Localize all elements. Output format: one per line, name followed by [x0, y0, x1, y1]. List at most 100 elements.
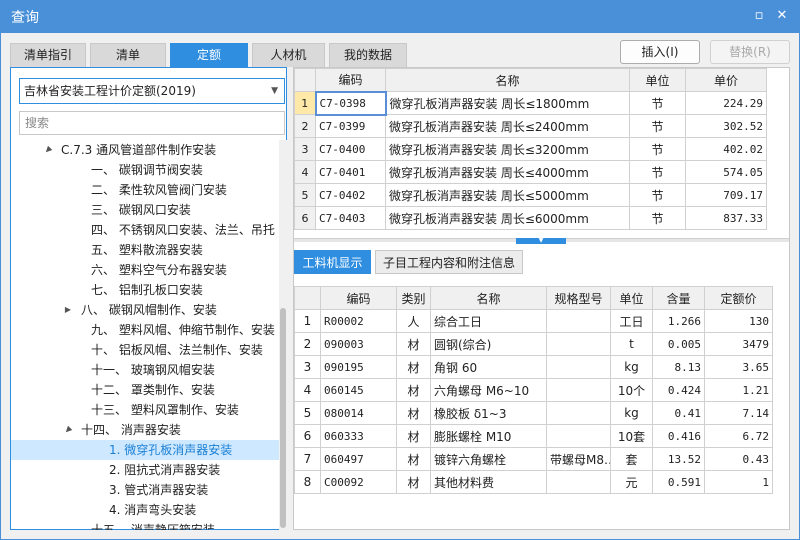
quota-unit-cell[interactable]: 节	[629, 114, 686, 138]
quota-name-cell[interactable]: 微穿孔板消声器安装 周长≤6000mm	[385, 206, 630, 230]
tree-node[interactable]: ▶ 八、 碳钢风帽制作、安装	[11, 300, 279, 320]
tree-node[interactable]: 九、 塑料风帽、伸缩节制作、安装	[11, 320, 279, 340]
tree-node[interactable]: 七、 铝制孔板口安装	[11, 280, 279, 300]
tab-bill[interactable]: 清单	[90, 43, 166, 67]
material-price-cell[interactable]: 1.21	[704, 378, 773, 402]
quota-name-cell[interactable]: 微穿孔板消声器安装 周长≤1800mm	[385, 91, 630, 115]
quota-name-cell[interactable]: 微穿孔板消声器安装 周长≤5000mm	[385, 183, 630, 207]
material-price-cell[interactable]: 3.65	[704, 355, 773, 379]
quota-name-cell[interactable]: 微穿孔板消声器安装 周长≤2400mm	[385, 114, 630, 138]
quota-name-cell[interactable]: 微穿孔板消声器安装 周长≤3200mm	[385, 137, 630, 161]
quota-row[interactable]: 4 C7-0401 微穿孔板消声器安装 周长≤4000mm 节 574.05	[294, 160, 767, 184]
collapse-handle-icon[interactable]: ▼	[516, 238, 566, 244]
material-category-cell[interactable]: 材	[396, 470, 431, 494]
tree-node[interactable]: 十、 铝板风帽、法兰制作、安装	[11, 340, 279, 360]
collapse-arrow-icon[interactable]: ▲	[57, 419, 78, 440]
tab-my-data[interactable]: 我的数据	[329, 43, 407, 67]
material-quantity-cell[interactable]: 0.591	[652, 470, 705, 494]
col-header-price[interactable]: 单价	[685, 68, 767, 92]
material-spec-cell[interactable]	[546, 401, 611, 425]
collapse-arrow-icon[interactable]: ▲	[37, 140, 58, 161]
library-select[interactable]: 吉林省安装工程计价定额(2019) ▼	[19, 78, 285, 104]
col-header-name[interactable]: 名称	[430, 286, 547, 310]
tab-labor-material[interactable]: 人材机	[252, 43, 325, 67]
material-unit-cell[interactable]: kg	[610, 401, 653, 425]
material-row[interactable]: 8 C00092 材其他材料费 元 0.591 1	[294, 470, 773, 494]
material-category-cell[interactable]: 材	[396, 401, 431, 425]
col-header-quantity[interactable]: 含量	[652, 286, 705, 310]
tree-node-selected[interactable]: 1. 微穿孔板消声器安装	[11, 440, 279, 460]
quota-code-cell[interactable]: C7-0401	[315, 160, 386, 184]
tab-quota[interactable]: 定额	[170, 43, 248, 67]
material-unit-cell[interactable]: 10个	[610, 378, 653, 402]
material-code-cell[interactable]: 060145	[320, 378, 397, 402]
material-category-cell[interactable]: 材	[396, 355, 431, 379]
material-category-cell[interactable]: 材	[396, 447, 431, 471]
material-name-cell[interactable]: 圆钢(综合)	[430, 332, 547, 356]
minimize-icon[interactable]: ▫	[751, 8, 767, 24]
quota-price-cell[interactable]: 224.29	[685, 91, 767, 115]
quota-row[interactable]: 3 C7-0400 微穿孔板消声器安装 周长≤3200mm 节 402.02	[294, 137, 767, 161]
quota-code-cell[interactable]: C7-0399	[315, 114, 386, 138]
col-header-code[interactable]: 编码	[315, 68, 386, 92]
material-unit-cell[interactable]: 工日	[610, 309, 653, 333]
material-row[interactable]: 1 R00002 人综合工日 工日 1.266 130	[294, 309, 773, 333]
material-unit-cell[interactable]: 套	[610, 447, 653, 471]
material-quantity-cell[interactable]: 1.266	[652, 309, 705, 333]
material-row[interactable]: 4 060145 材六角螺母 M6~10 10个 0.424 1.21	[294, 378, 773, 402]
material-price-cell[interactable]: 7.14	[704, 401, 773, 425]
col-header-unit[interactable]: 单位	[610, 286, 653, 310]
tree-node[interactable]: 五、 塑料散流器安装	[11, 240, 279, 260]
quota-price-cell[interactable]: 302.52	[685, 114, 767, 138]
col-header-quota-price[interactable]: 定额价	[704, 286, 773, 310]
quota-unit-cell[interactable]: 节	[629, 137, 686, 161]
quota-price-cell[interactable]: 837.33	[685, 206, 767, 230]
material-category-cell[interactable]: 材	[396, 378, 431, 402]
quota-unit-cell[interactable]: 节	[629, 206, 686, 230]
tab-material-display[interactable]: 工料机显示	[294, 250, 371, 274]
material-quantity-cell[interactable]: 8.13	[652, 355, 705, 379]
tree-scrollbar[interactable]	[279, 140, 287, 530]
material-quantity-cell[interactable]: 13.52	[652, 447, 705, 471]
material-quantity-cell[interactable]: 0.416	[652, 424, 705, 448]
material-category-cell[interactable]: 材	[396, 424, 431, 448]
quota-code-cell[interactable]: C7-0402	[315, 183, 386, 207]
material-name-cell[interactable]: 镀锌六角螺栓	[430, 447, 547, 471]
tree-node[interactable]: 三、 碳钢风口安装	[11, 200, 279, 220]
material-name-cell[interactable]: 综合工日	[430, 309, 547, 333]
tab-work-content[interactable]: 子目工程内容和附注信息	[375, 250, 523, 274]
quota-name-cell[interactable]: 微穿孔板消声器安装 周长≤4000mm	[385, 160, 630, 184]
col-header-code[interactable]: 编码	[320, 286, 397, 310]
quota-code-cell[interactable]: C7-0398	[314, 90, 387, 116]
material-quantity-cell[interactable]: 0.41	[652, 401, 705, 425]
col-header-unit[interactable]: 单位	[629, 68, 686, 92]
material-price-cell[interactable]: 0.43	[704, 447, 773, 471]
tree-node[interactable]: 4. 消声弯头安装	[11, 500, 279, 520]
material-spec-cell[interactable]	[546, 355, 611, 379]
material-code-cell[interactable]: 080014	[320, 401, 397, 425]
material-price-cell[interactable]: 6.72	[704, 424, 773, 448]
tree-node[interactable]: 十五、 消声静压箱安装	[11, 520, 279, 530]
material-spec-cell[interactable]	[546, 332, 611, 356]
quota-price-cell[interactable]: 709.17	[685, 183, 767, 207]
tab-bill-guide[interactable]: 清单指引	[10, 43, 86, 67]
material-unit-cell[interactable]: 10套	[610, 424, 653, 448]
tree-node[interactable]: ▲ 十四、 消声器安装	[11, 420, 279, 440]
tree-node[interactable]: ▲ C.7.3 通风管道部件制作安装	[11, 140, 279, 160]
material-spec-cell[interactable]: 带螺母M8…	[546, 447, 611, 471]
material-spec-cell[interactable]	[546, 470, 611, 494]
material-name-cell[interactable]: 其他材料费	[430, 470, 547, 494]
insert-button[interactable]: 插入(I)	[620, 40, 700, 64]
col-header-spec[interactable]: 规格型号	[546, 286, 611, 310]
quota-price-cell[interactable]: 402.02	[685, 137, 767, 161]
material-code-cell[interactable]: 090195	[320, 355, 397, 379]
quota-row[interactable]: 5 C7-0402 微穿孔板消声器安装 周长≤5000mm 节 709.17	[294, 183, 767, 207]
material-code-cell[interactable]: C00092	[320, 470, 397, 494]
material-name-cell[interactable]: 膨胀螺栓 M10	[430, 424, 547, 448]
close-icon[interactable]: ✕	[774, 8, 790, 24]
material-unit-cell[interactable]: kg	[610, 355, 653, 379]
quota-unit-cell[interactable]: 节	[629, 183, 686, 207]
material-price-cell[interactable]: 130	[704, 309, 773, 333]
material-price-cell[interactable]: 3479	[704, 332, 773, 356]
material-row[interactable]: 3 090195 材角钢 60 kg 8.13 3.65	[294, 355, 773, 379]
